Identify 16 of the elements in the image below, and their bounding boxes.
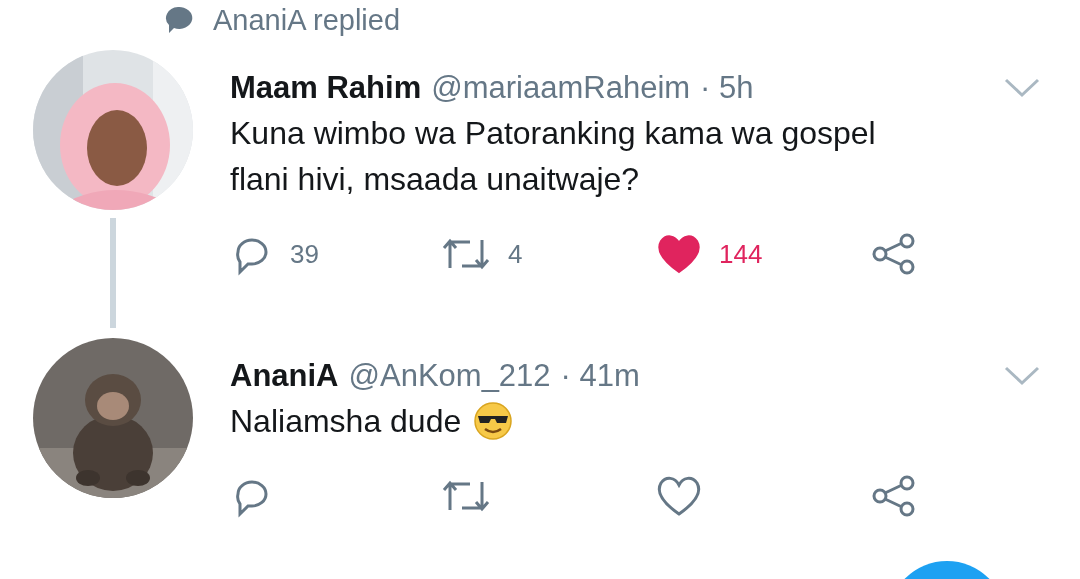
timestamp: · 41m [560,357,640,395]
heart-icon[interactable] [655,232,703,276]
speech-bubble-icon [163,5,193,35]
user-handle: @AnKom_212 [348,357,551,395]
tweet-text: Naliamsha dude [230,402,462,441]
user-handle: @mariaamRaheim [431,69,691,107]
like-count: 144 [719,238,763,270]
heart-icon[interactable] [655,474,703,518]
display-name: Maam Rahim [230,69,422,107]
display-name: AnaniA [230,357,339,395]
timestamp: · 5h [700,69,754,107]
reply-context: AnaniA replied [213,3,401,37]
reply-count: 39 [290,238,319,270]
retweet-count: 4 [508,238,523,270]
tweet-text: Kuna wimbo wa Patoranking kama wa gospel [230,114,876,153]
tweet-text: flani hivi, msaada unaitwaje? [230,160,640,199]
